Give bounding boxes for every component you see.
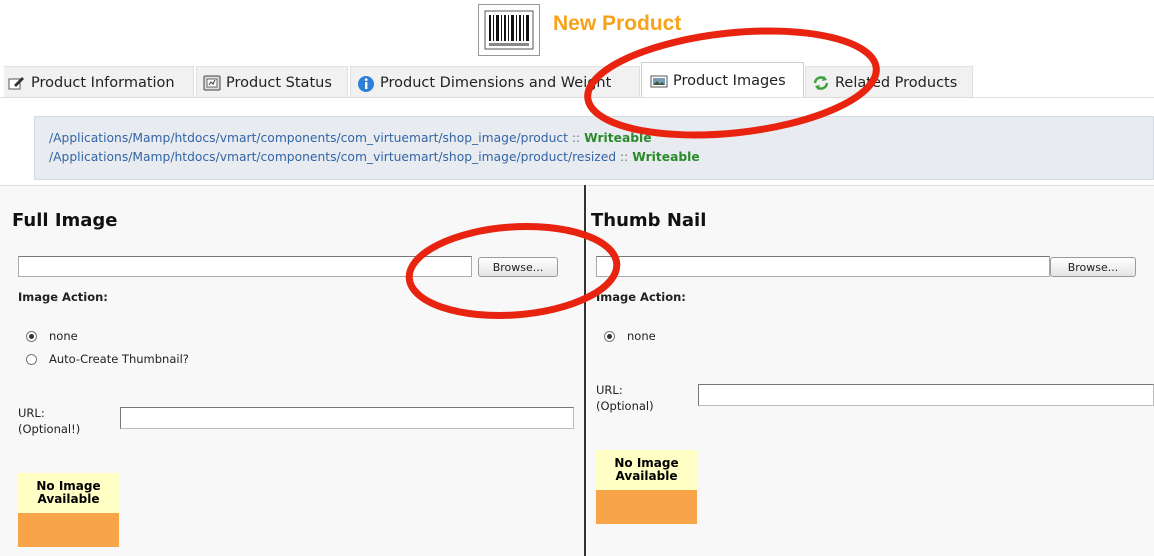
thumb-nail-url-input[interactable] [698,384,1154,406]
tab-label: Product Dimensions and Weight [380,74,612,91]
path-text: /Applications/Mamp/htdocs/vmart/componen… [49,131,568,145]
tab-product-information[interactable]: Product Information [4,66,194,98]
tab-label: Product Images [673,72,786,89]
thumb-nail-url-label: URL: (Optional) [596,383,654,413]
tab-label: Product Information [31,74,175,91]
path-row: /Applications/Mamp/htdocs/vmart/componen… [49,129,1153,148]
tab-label: Related Products [835,74,958,91]
tab-label: Product Status [226,74,332,91]
path-text: /Applications/Mamp/htdocs/vmart/componen… [49,150,617,164]
page-header: New Product [0,0,1154,62]
status-icon [203,75,221,91]
radio-label: none [49,329,78,343]
radio-button[interactable] [26,330,37,342]
full-image-url-label: URL: (Optional!) [18,406,81,436]
thumb-nail-file-field[interactable] [596,256,1050,277]
path-separator: :: [571,131,581,145]
page-title: New Product [553,12,682,35]
refresh-icon [812,75,830,91]
tabs-divider [0,97,1154,98]
image-paths-info: /Applications/Mamp/htdocs/vmart/componen… [34,116,1154,180]
thumb-nail-panel: Thumb Nail Browse... Image Action: none … [587,185,1154,556]
tab-bar: Product Information Product Status Produ… [0,62,1154,98]
full-image-option-none[interactable]: none [26,329,78,343]
tab-product-status[interactable]: Product Status [196,66,348,98]
full-image-panel: Full Image Browse... Image Action: none … [0,185,584,556]
thumb-nail-placeholder: No Image Available [596,450,697,524]
barcode-icon [478,4,540,56]
thumb-nail-option-none[interactable]: none [604,329,656,343]
tab-product-dimensions[interactable]: Product Dimensions and Weight [350,66,640,98]
full-image-option-auto-thumbnail[interactable]: Auto-Create Thumbnail? [26,352,189,366]
no-image-bar [596,490,697,524]
tab-related-products[interactable]: Related Products [805,66,973,98]
tab-product-images[interactable]: Product Images [641,62,804,98]
full-image-file-field[interactable] [18,256,472,277]
full-image-url-input[interactable] [120,407,574,429]
path-status: Writeable [632,150,700,164]
thumb-nail-action-label: Image Action: [596,290,686,304]
radio-label: none [627,329,656,343]
no-image-text: No Image Available [596,450,697,490]
radio-button[interactable] [26,353,37,365]
info-icon [357,75,375,92]
column-divider [584,185,586,556]
radio-label: Auto-Create Thumbnail? [49,352,189,366]
no-image-text: No Image Available [18,473,119,513]
thumb-nail-title: Thumb Nail [591,210,707,231]
image-icon [650,73,668,89]
radio-button[interactable] [604,330,615,342]
no-image-bar [18,513,119,547]
full-image-placeholder: No Image Available [18,473,119,547]
edit-icon [8,75,26,91]
full-image-title: Full Image [12,210,118,231]
path-status: Writeable [584,131,652,145]
path-row: /Applications/Mamp/htdocs/vmart/componen… [49,148,1153,167]
full-image-action-label: Image Action: [18,290,108,304]
path-separator: :: [620,150,629,164]
thumb-nail-browse-button[interactable]: Browse... [1050,257,1136,277]
full-image-browse-button[interactable]: Browse... [478,257,558,277]
